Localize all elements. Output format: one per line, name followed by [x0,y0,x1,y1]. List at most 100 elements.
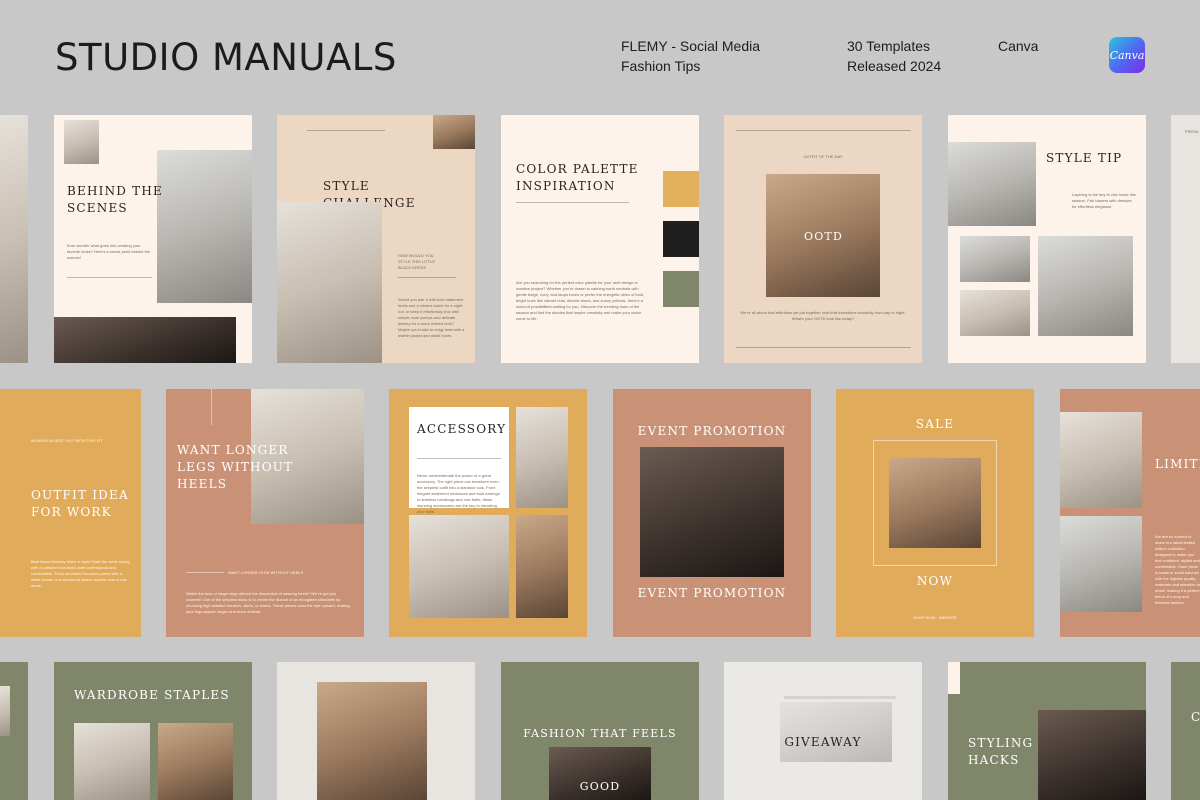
template-card-outfit-idea[interactable]: MONDAY BLUES? NOT WITH THIS FIT OUTFIT I… [0,389,141,637]
template-card-event-promotion[interactable]: EVENT PROMOTION EVENT PROMOTION [613,389,811,637]
template-photo-hangers [780,702,892,762]
template-photo-main [640,447,784,577]
template-card-styling-hacks[interactable]: STYLING HACKS [948,662,1146,800]
product-line-2: Fashion Tips [621,58,701,74]
template-card-fashion-feels-good[interactable]: FASHION THAT FEELS GOOD [501,662,699,800]
card-title: STYLING HACKS [968,736,1034,767]
brand-title: STUDIO MANUALS [55,36,397,79]
card-title: OOTD [804,230,843,243]
template-count: 30 Templates [847,38,931,54]
card-body: Would you pair it with bold statement he… [398,297,465,338]
template-photo [0,115,28,363]
divider-vertical [211,389,212,425]
divider [736,130,911,131]
card-body: We are so excited to share our latest li… [1155,534,1200,605]
card-title: STYLE TIP [1046,151,1123,165]
template-card-longer-legs[interactable]: WANT LONGER LEGS WITHOUT HEELS WANT LONG… [166,389,364,637]
template-photo-2 [409,515,509,618]
card-title-bottom: NOW [916,574,954,588]
template-card-partial-right-row1[interactable]: FRESH [1171,115,1200,363]
template-photo-main [277,202,382,363]
card-title: LIMITE [1155,457,1200,471]
divider [67,277,152,278]
card-body: Are you searching for the perfect color … [516,280,645,321]
card-body: Beat those Monday blues in style! Start … [31,559,130,588]
card-title: FASHION THAT FEELS [523,727,677,740]
template-photo-1 [1060,412,1142,508]
template-card-partial-left-row1[interactable] [0,115,28,363]
template-card-wardrobe-staples[interactable]: WARDROBE STAPLES [54,662,252,800]
card-title: BEHIND THE SCENES [67,184,163,215]
color-swatch-mustard [663,171,699,207]
card-subtitle: GOOD [579,780,621,793]
template-photo-main [1038,710,1146,800]
template-photo-small [64,120,99,164]
card-kicker: FRESH [1185,129,1199,134]
platform-label: Canva [998,38,1039,54]
template-card-accessory[interactable]: ACCESSORY Never underestimate the power … [389,389,587,637]
card-title: OUTFIT IDEA FOR WORK [31,488,129,519]
divider [417,458,501,459]
template-photo-left-2 [960,290,1030,336]
card-title: GIVEAWAY [784,735,862,749]
card-kicker: MONDAY BLUES? NOT WITH THIS FIT [31,438,103,443]
template-card-behind-the-scenes[interactable]: BEHIND THE SCENES Ever wonder what goes … [54,115,252,363]
template-card-limited[interactable]: LIMITE We are so excited to share our la… [1060,389,1200,637]
card-title-top: EVENT PROMOTION [637,424,787,438]
card-subtitle: HOW WOULD YOU STYLE THIS LITTLE BLACK DR… [398,253,436,270]
divider [398,277,456,278]
divider [736,347,911,348]
product-stats: 30 Templates Released 2024 [847,36,941,76]
template-photo-2 [158,723,233,800]
card-title: C [1191,710,1200,724]
card-body: Ever wonder what goes into creating your… [67,243,151,260]
release-date: Released 2024 [847,58,942,74]
canva-logo-icon: Canva [1109,37,1145,73]
template-card-partial-right-row3[interactable]: C [1171,662,1200,800]
divider [186,572,224,573]
card-title-bottom: EVENT PROMOTION [637,586,787,600]
template-photo-main [889,458,981,548]
product-line-1: FLEMY - Social Media [621,38,761,54]
template-card-style-tip[interactable]: STYLE TIP Layering is the key to chic lo… [948,115,1146,363]
template-card-color-palette[interactable]: COLOR PALETTE INSPIRATION Are you search… [501,115,699,363]
header: STUDIO MANUALS FLEMY - Social Media Fash… [0,0,1200,100]
hanger-rail [784,696,896,699]
color-swatch-olive [663,271,699,307]
card-footer: SHOP NOW · WEBSITE [913,615,957,620]
text-panel: ACCESSORY Never underestimate the power … [409,407,509,514]
template-photo-left-1 [960,236,1030,282]
template-photo-corner [433,115,475,149]
template-card-sale[interactable]: SALE NOW SHOP NOW · WEBSITE [836,389,1034,637]
card-title-top: SALE [915,417,955,431]
template-photo-top [948,142,1036,226]
template-card-style-challenge[interactable]: STYLE CHALLENGE HOW WOULD YOU STYLE THIS… [277,115,475,363]
template-card-photo-duo[interactable] [277,662,475,800]
card-body: Watch the look of longer legs without th… [186,591,350,614]
card-title: COLOR PALETTE INSPIRATION [516,162,639,193]
color-swatch-black [663,221,699,257]
template-card-partial-left-row3[interactable] [0,662,28,800]
card-kicker: WANT LONGER LEGS WITHOUT HEELS [228,570,304,575]
card-title: WARDROBE STAPLES [74,688,230,702]
template-photo-1 [516,407,568,508]
divider [307,130,385,131]
divider [516,202,629,203]
template-photo [0,686,10,736]
template-photo-main [157,150,252,303]
accent-block [948,662,960,694]
card-title: ACCESSORY [417,422,507,436]
template-card-giveaway[interactable]: GIVEAWAY [724,662,922,800]
template-photo-1 [74,723,150,800]
card-body: We're all about that effortless yet put … [740,310,906,321]
card-kicker: OUTFIT OF THE DAY [803,154,843,159]
template-card-ootd[interactable]: OUTFIT OF THE DAY OOTD We're all about t… [724,115,922,363]
template-photo-bottom [54,317,236,363]
card-body: Never underestimate the power of a great… [417,473,500,514]
template-photo-3 [516,515,568,618]
template-photo-2 [1060,516,1142,612]
card-title: WANT LONGER LEGS WITHOUT HEELS [177,443,294,491]
card-body: Layering is the key to chic looks this s… [1072,192,1136,209]
template-photo-right [1038,236,1133,336]
template-photo-main [317,682,427,800]
